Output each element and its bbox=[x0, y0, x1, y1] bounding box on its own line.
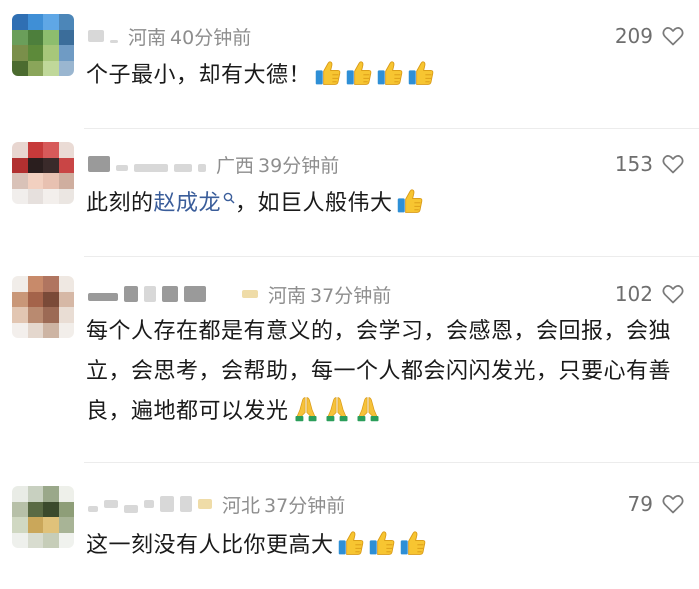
folded-hands-icon bbox=[323, 395, 351, 423]
like-count: 153 bbox=[614, 152, 653, 176]
avatar[interactable] bbox=[12, 486, 74, 548]
timestamp: 39分钟前 bbox=[258, 154, 340, 177]
username-blurred[interactable] bbox=[88, 293, 118, 301]
username-blurred bbox=[162, 286, 178, 302]
username-blurred bbox=[124, 505, 138, 513]
comment-body-suffix: ，如巨人般伟大 bbox=[235, 191, 393, 216]
username-blurred bbox=[174, 164, 192, 172]
comment-meta: 河北 37分钟前 bbox=[88, 490, 345, 518]
comment-item: 河北 37分钟前 79 这一刻没有人比你更高大 bbox=[0, 462, 699, 589]
username-blurred[interactable] bbox=[88, 506, 98, 512]
comment-body: 这一刻没有人比你更高大 bbox=[86, 533, 334, 558]
heart-icon[interactable] bbox=[661, 24, 685, 48]
username-blurred[interactable] bbox=[88, 30, 104, 42]
like-count: 102 bbox=[614, 282, 653, 306]
username-blurred bbox=[198, 164, 206, 172]
timestamp: 40分钟前 bbox=[170, 26, 252, 49]
comment-text: 每个人存在都是有意义的，会学习，会感恩，会回报，会独立，会思考，会帮助，每一个人… bbox=[86, 312, 686, 432]
search-link[interactable]: 赵成龙 bbox=[154, 191, 222, 216]
comment-item: 广西 39分钟前 153 此刻的赵成龙 ，如巨人般伟大 bbox=[0, 128, 699, 256]
thumbs-up-icon bbox=[345, 59, 373, 87]
thumbs-up-icon bbox=[399, 529, 427, 557]
user-badge bbox=[242, 290, 258, 298]
username-blurred bbox=[116, 165, 128, 171]
username-blurred bbox=[110, 39, 118, 43]
username-blurred bbox=[134, 164, 168, 172]
like-count: 79 bbox=[627, 492, 653, 516]
location: 河北 bbox=[222, 494, 261, 517]
comment-text: 此刻的赵成龙 ，如巨人般伟大 bbox=[86, 184, 686, 224]
avatar[interactable] bbox=[12, 276, 74, 338]
avatar[interactable] bbox=[12, 14, 74, 76]
username-blurred bbox=[124, 286, 138, 302]
folded-hands-icon bbox=[354, 395, 382, 423]
username-blurred bbox=[184, 286, 206, 302]
thumbs-up-icon bbox=[396, 187, 424, 215]
username-blurred bbox=[160, 496, 174, 512]
location: 广西 bbox=[216, 154, 255, 177]
comment-meta: 河南 37分钟前 bbox=[88, 280, 391, 308]
like-control[interactable]: 79 bbox=[628, 490, 685, 518]
avatar[interactable] bbox=[12, 142, 74, 204]
username-blurred bbox=[180, 496, 192, 512]
comment-text: 个子最小，却有大德！ bbox=[86, 56, 686, 96]
heart-icon[interactable] bbox=[661, 152, 685, 176]
thumbs-up-icon bbox=[337, 529, 365, 557]
like-control[interactable]: 209 bbox=[615, 22, 685, 50]
heart-icon[interactable] bbox=[661, 282, 685, 306]
timestamp: 37分钟前 bbox=[264, 494, 346, 517]
username-blurred bbox=[104, 500, 118, 508]
heart-icon[interactable] bbox=[661, 492, 685, 516]
username-blurred bbox=[144, 286, 156, 302]
like-control[interactable]: 153 bbox=[615, 150, 685, 178]
timestamp: 37分钟前 bbox=[310, 284, 392, 307]
thumbs-up-icon bbox=[314, 59, 342, 87]
comment-text: 这一刻没有人比你更高大 bbox=[86, 526, 686, 566]
user-badge bbox=[198, 499, 212, 509]
username-blurred[interactable] bbox=[88, 156, 110, 172]
thumbs-up-icon bbox=[407, 59, 435, 87]
search-icon[interactable] bbox=[223, 192, 235, 204]
like-count: 209 bbox=[614, 24, 653, 48]
folded-hands-icon bbox=[292, 395, 320, 423]
comment-item: 河南 40分钟前 209 个子最小，却有大德！ bbox=[0, 0, 699, 128]
thumbs-up-icon bbox=[376, 59, 404, 87]
username-blurred bbox=[144, 500, 154, 508]
comment-item: 河南 37分钟前 102 每个人存在都是有意义的，会学习，会感恩，会回报，会独立… bbox=[0, 256, 699, 462]
thumbs-up-icon bbox=[368, 529, 396, 557]
comment-meta: 广西 39分钟前 bbox=[88, 150, 339, 178]
like-control[interactable]: 102 bbox=[615, 280, 685, 308]
location: 河南 bbox=[268, 284, 307, 307]
comment-meta: 河南 40分钟前 bbox=[88, 22, 251, 50]
location: 河南 bbox=[128, 26, 167, 49]
comment-body-prefix: 此刻的 bbox=[86, 191, 154, 216]
comment-body: 个子最小，却有大德！ bbox=[86, 63, 312, 88]
